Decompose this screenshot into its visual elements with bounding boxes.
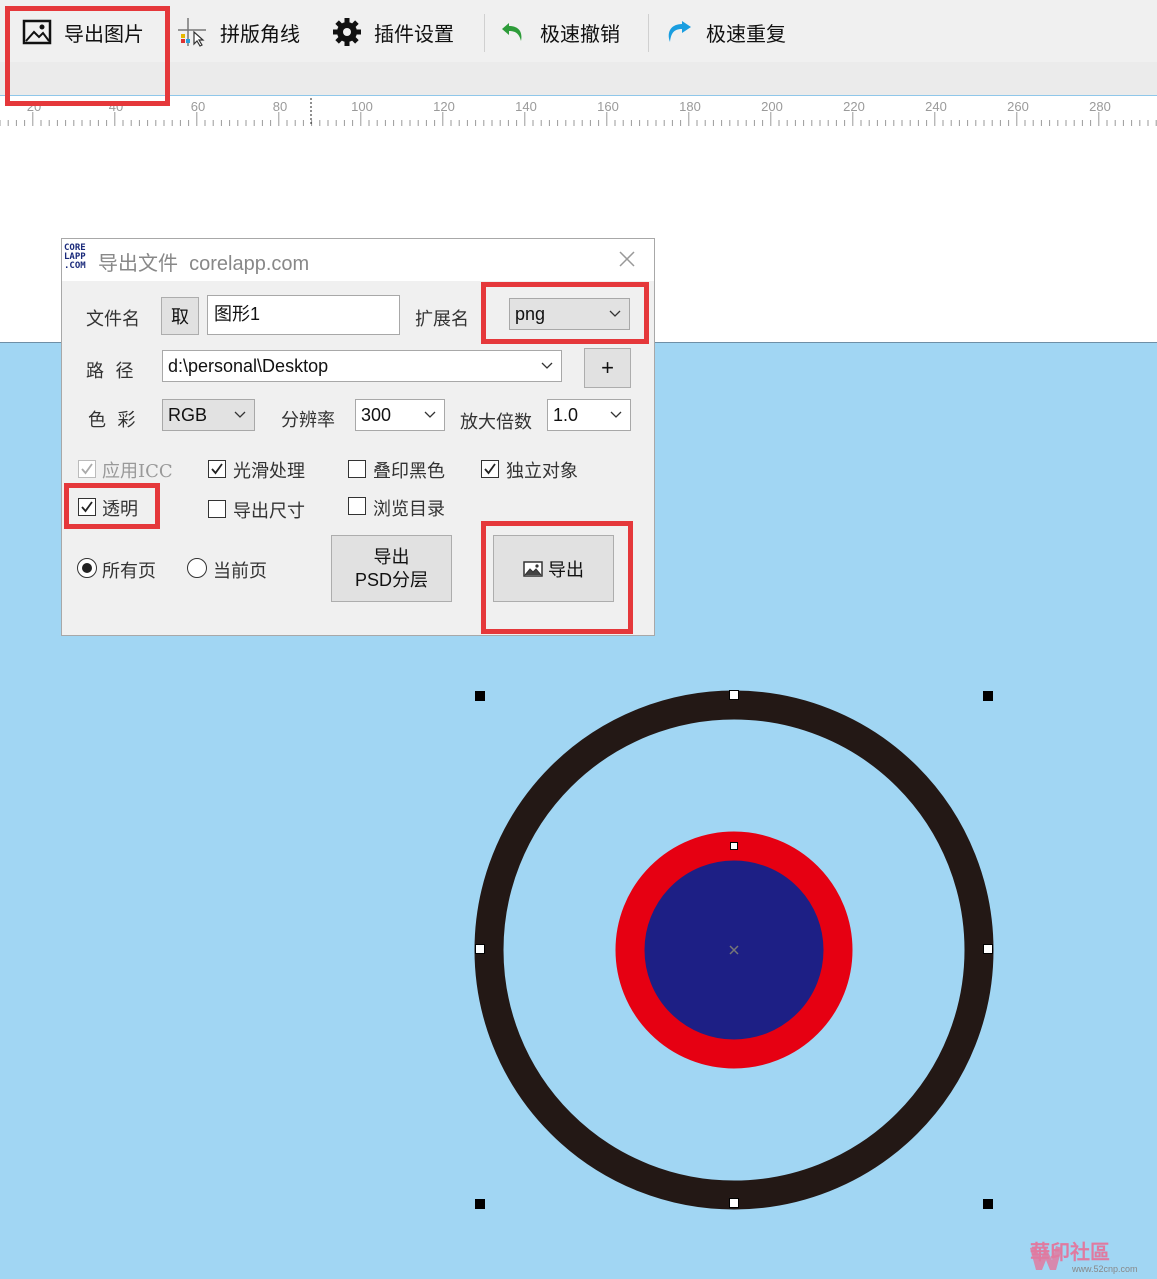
export-psd-line1: 导出 — [373, 546, 410, 568]
node-handle[interactable] — [730, 842, 738, 850]
scale-label: 放大倍数 — [460, 412, 532, 433]
independent-object-label: 独立对象 — [506, 461, 578, 482]
checkmark-icon — [81, 463, 93, 475]
filename-input[interactable]: 图形1 — [207, 295, 400, 335]
selection-handle[interactable] — [475, 691, 485, 701]
checkmark-icon — [81, 501, 93, 513]
selection-handle[interactable] — [475, 1199, 485, 1209]
transparent-label: 透明 — [102, 499, 138, 520]
close-icon[interactable] — [615, 247, 639, 271]
extension-value: png — [515, 303, 546, 324]
take-name-button[interactable]: 取 — [161, 297, 199, 335]
selection-handle[interactable] — [729, 690, 739, 700]
export-size-label: 导出尺寸 — [233, 501, 305, 522]
resolution-select[interactable]: 300 — [355, 399, 445, 431]
resolution-label: 分辨率 — [281, 410, 335, 431]
path-select[interactable]: d:\personal\Desktop — [162, 350, 562, 382]
resolution-value: 300 — [361, 404, 392, 425]
checkmark-icon — [484, 463, 496, 475]
current-page-radio[interactable] — [187, 558, 207, 578]
chevron-down-icon — [609, 310, 621, 317]
scale-select[interactable]: 1.0 — [547, 399, 631, 431]
apply-icc-label: 应用ICC — [102, 461, 173, 482]
image-icon — [523, 560, 543, 577]
chevron-down-icon — [610, 411, 622, 418]
color-label: 色 彩 — [88, 410, 136, 431]
selection-handle[interactable] — [983, 1199, 993, 1209]
smooth-label: 光滑处理 — [233, 461, 305, 482]
selection-handle[interactable] — [983, 944, 993, 954]
export-button[interactable]: 导出 — [493, 535, 614, 602]
all-pages-radio[interactable] — [77, 558, 97, 578]
export-file-dialog: CORE LAPP .COM 导出文件 corelapp.com 文件名 取 图… — [61, 238, 655, 636]
current-page-label: 当前页 — [213, 561, 267, 582]
radio-dot — [82, 563, 92, 573]
selection-handle[interactable] — [983, 691, 993, 701]
color-mode-value: RGB — [168, 404, 208, 425]
smooth-checkbox[interactable] — [208, 460, 226, 478]
dialog-title: 导出文件 corelapp.com — [98, 253, 310, 275]
all-pages-label: 所有页 — [102, 561, 156, 582]
dialog-title-bar: CORE LAPP .COM 导出文件 corelapp.com — [62, 239, 654, 281]
checkmark-icon — [211, 463, 223, 475]
browse-dir-checkbox[interactable] — [348, 497, 366, 515]
browse-dir-label: 浏览目录 — [373, 499, 445, 520]
filename-label: 文件名 — [86, 309, 140, 330]
add-path-button[interactable]: + — [584, 348, 631, 388]
logo-line: .COM — [64, 261, 86, 271]
selection-handle[interactable] — [475, 944, 485, 954]
watermark-url: www.52cnp.com — [1072, 1264, 1138, 1274]
watermark-text: 華印社區 — [1030, 1240, 1110, 1264]
extension-label: 扩展名 — [415, 309, 469, 330]
export-psd-button[interactable]: 导出 PSD分层 — [331, 535, 452, 602]
overprint-black-label: 叠印黑色 — [373, 461, 445, 482]
chevron-down-icon — [541, 362, 553, 369]
scale-value: 1.0 — [553, 404, 579, 425]
color-mode-select[interactable]: RGB — [162, 399, 255, 431]
extension-select[interactable]: png — [509, 298, 630, 330]
apply-icc-checkbox[interactable] — [78, 460, 96, 478]
transparent-checkbox[interactable] — [78, 498, 96, 516]
export-button-label: 导出 — [548, 559, 584, 581]
export-psd-line2: PSD分层 — [354, 569, 428, 590]
path-value: d:\personal\Desktop — [168, 355, 329, 376]
drawing-layer — [474, 690, 994, 1210]
independent-object-checkbox[interactable] — [481, 460, 499, 478]
chevron-down-icon — [234, 411, 246, 418]
chevron-down-icon — [424, 411, 436, 418]
export-size-checkbox[interactable] — [208, 500, 226, 518]
selection-handle[interactable] — [729, 1198, 739, 1208]
path-label: 路 径 — [86, 361, 134, 382]
overprint-black-checkbox[interactable] — [348, 460, 366, 478]
corelapp-logo: CORE LAPP .COM — [64, 244, 96, 276]
